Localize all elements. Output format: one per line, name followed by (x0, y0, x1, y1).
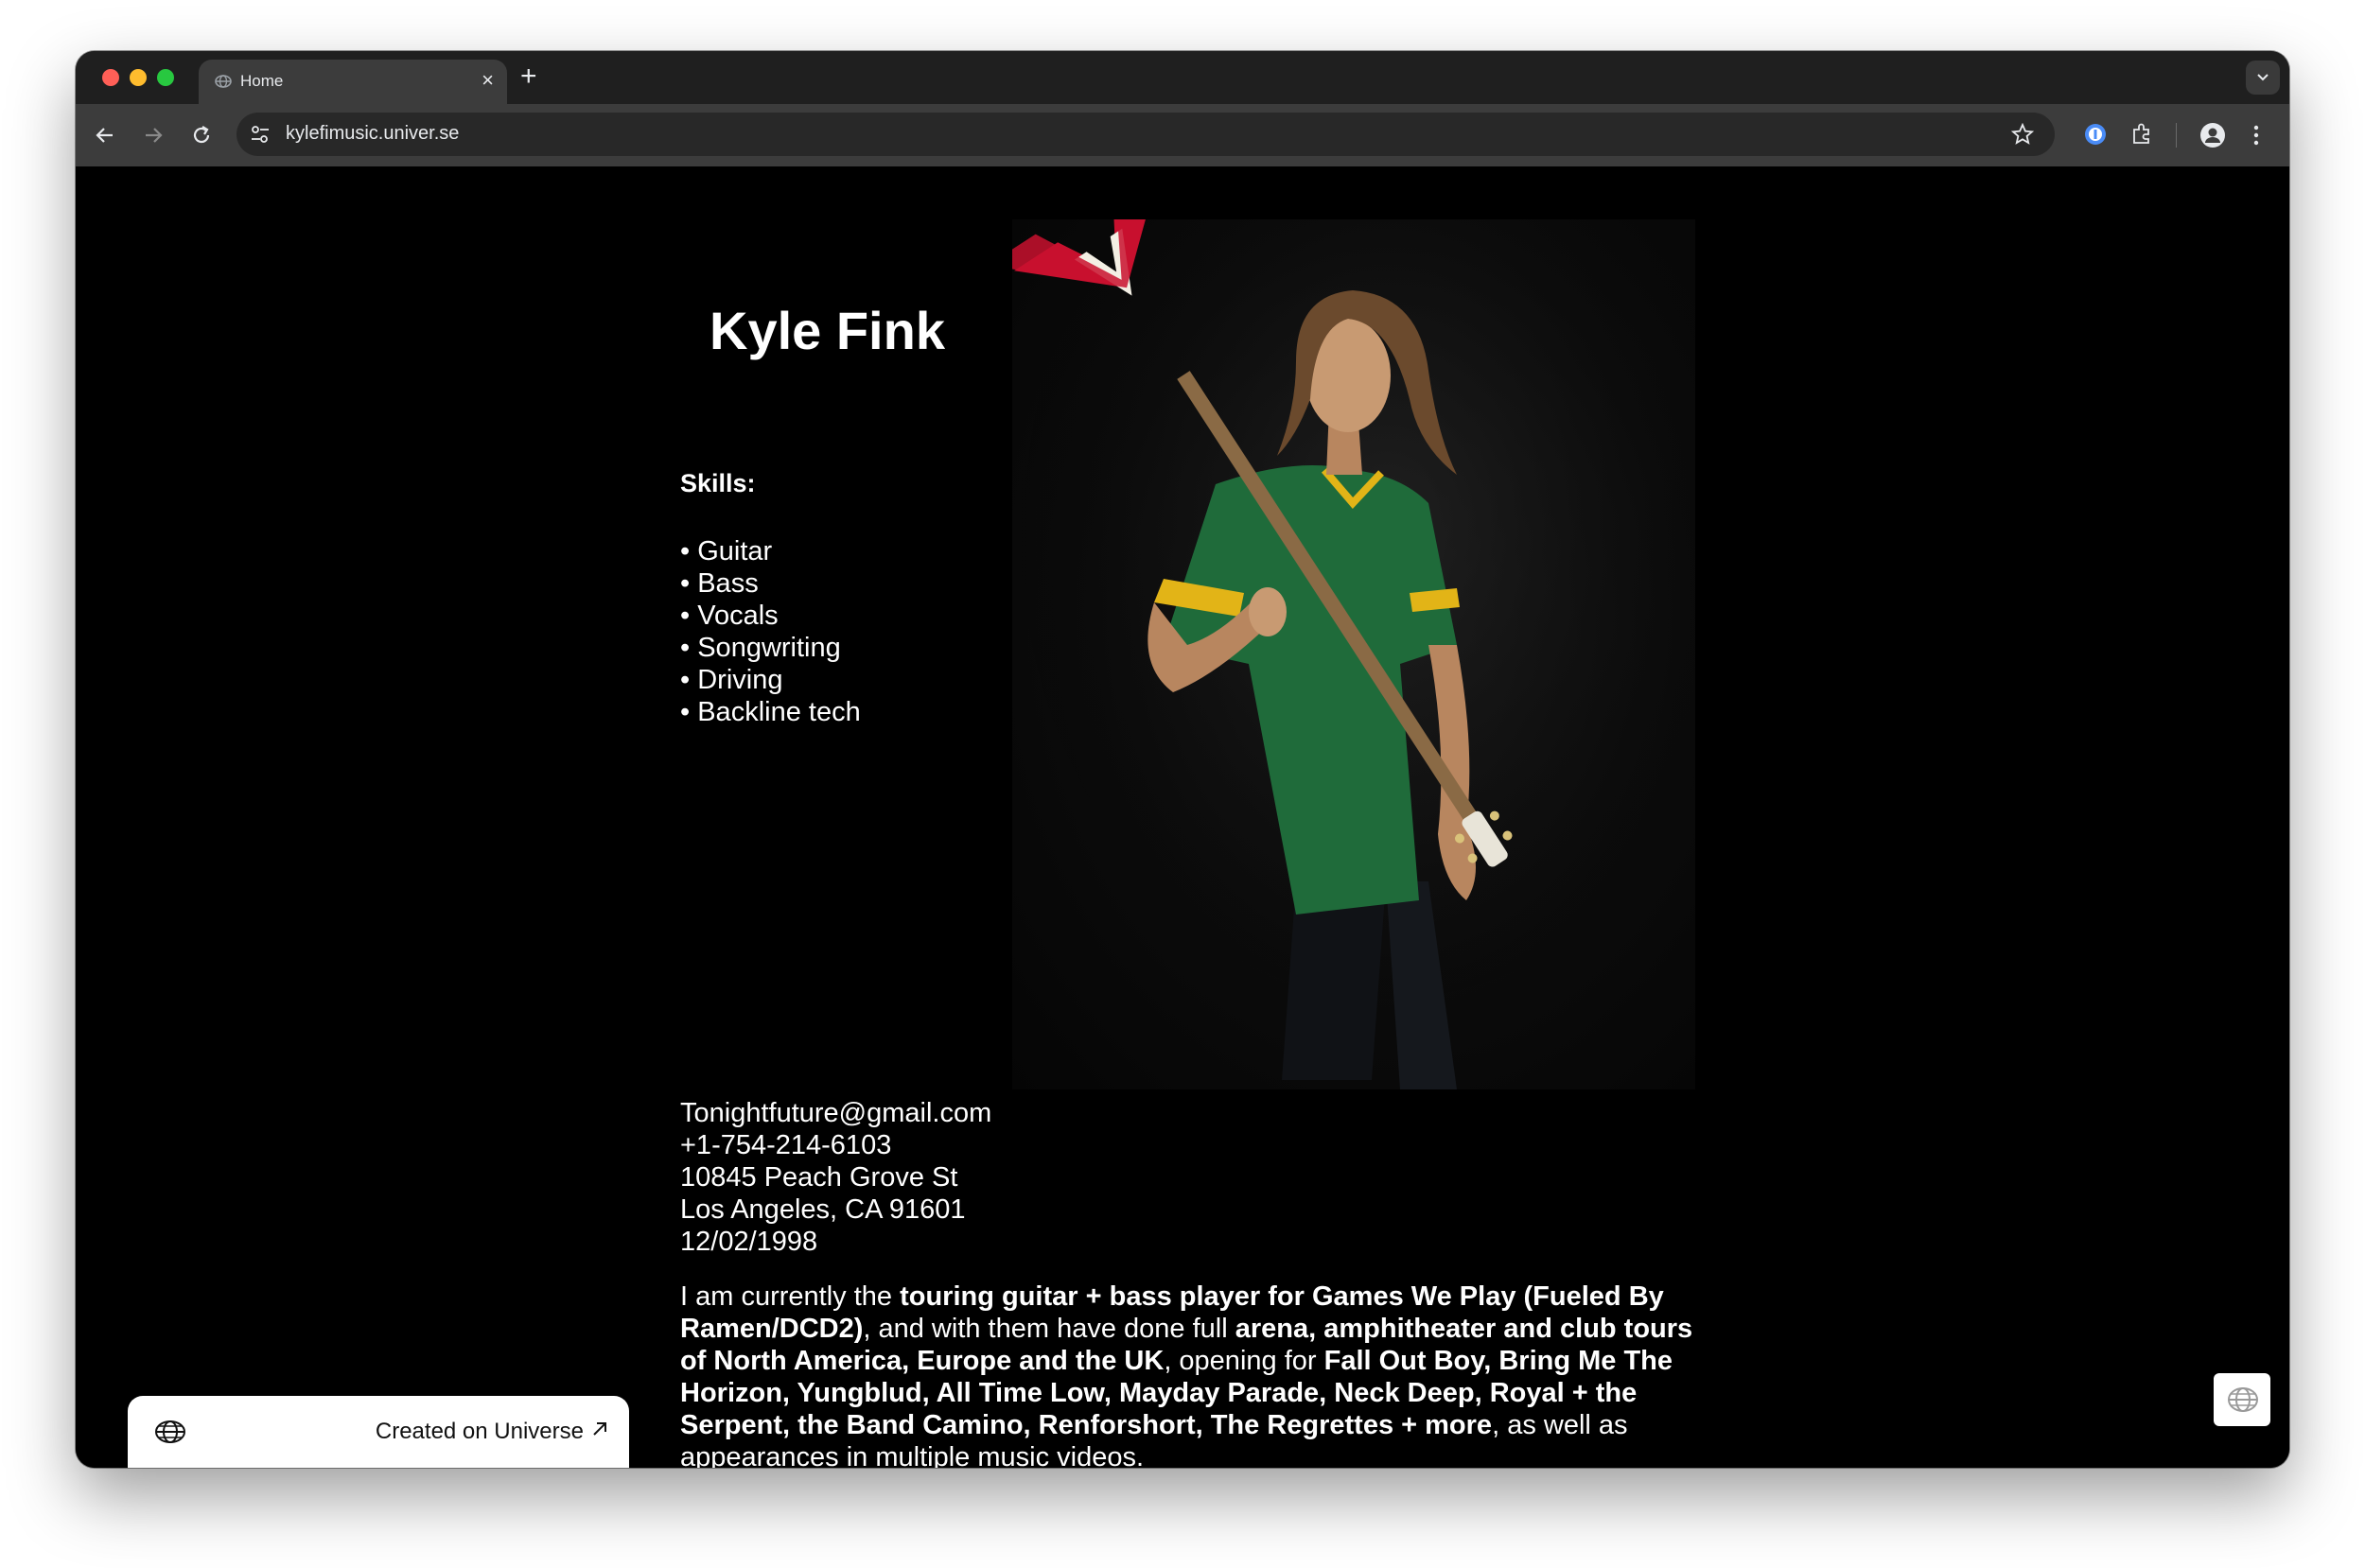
tab-title: Home (240, 72, 284, 90)
bookmark-star-icon[interactable] (2011, 123, 2034, 146)
forward-icon[interactable] (141, 123, 166, 148)
list-item: Driving (680, 664, 861, 696)
bio-text: I am currently the (680, 1281, 901, 1312)
tab-search-button[interactable] (2246, 61, 2280, 95)
globe-icon (155, 1420, 185, 1443)
hero-photo (1012, 219, 1695, 1089)
close-window-button[interactable] (102, 69, 119, 86)
minimize-window-button[interactable] (130, 69, 147, 86)
tab-home[interactable]: Home × (199, 60, 507, 104)
chevron-down-icon (2257, 74, 2269, 81)
tab-strip: Home × + (76, 51, 2289, 104)
skills-heading: Skills: (680, 469, 756, 497)
address-bar[interactable]: kylefimusic.univer.se (236, 113, 2055, 156)
new-tab-button[interactable]: + (520, 62, 537, 91)
universe-menu-button[interactable] (2214, 1373, 2270, 1426)
browser-toolbar: kylefimusic.univer.se (76, 104, 2289, 166)
email-link[interactable]: Tonightfuture@gmail.com (680, 1097, 991, 1129)
address-line-2: Los Angeles, CA 91601 (680, 1194, 966, 1225)
extensions-icon[interactable] (2129, 122, 2154, 147)
globe-icon (215, 75, 232, 88)
birth-date: 12/02/1998 (680, 1227, 818, 1257)
list-item: Vocals (680, 600, 861, 632)
list-item: Backline tech (680, 696, 861, 728)
musician-with-guitar-image (1012, 219, 1695, 1089)
reload-icon[interactable] (189, 123, 214, 148)
bio-text: , and with them have done full (863, 1314, 1235, 1344)
profile-avatar-icon[interactable] (2199, 122, 2226, 148)
browser-window: Home × + kylefimusic.univer.se Kyle Fink… (76, 51, 2289, 1468)
contact-info: Tonightfuture@gmail.com +1-754-214-6103 … (680, 1097, 991, 1258)
bio-text: , opening for (1164, 1346, 1324, 1376)
badge-label: Created on Universe (375, 1419, 584, 1444)
back-icon[interactable] (93, 123, 117, 148)
page-title: Kyle Fink (710, 301, 945, 360)
bio-paragraph: I am currently the touring guitar + bass… (680, 1281, 1707, 1468)
created-on-universe-badge[interactable]: Created on Universe (128, 1396, 629, 1468)
skills-list: Guitar Bass Vocals Songwriting Driving B… (680, 535, 861, 728)
tab-close-icon[interactable]: × (482, 69, 494, 92)
globe-icon (2228, 1387, 2258, 1412)
maximize-window-button[interactable] (157, 69, 174, 86)
toolbar-divider (2176, 123, 2177, 148)
page-content: Kyle Fink Skills: Guitar Bass Vocals Son… (76, 166, 2289, 1468)
url-text[interactable]: kylefimusic.univer.se (286, 123, 459, 145)
address-line-1: 10845 Peach Grove St (680, 1162, 958, 1193)
site-info-icon[interactable] (250, 125, 271, 144)
more-menu-icon[interactable] (2251, 122, 2261, 148)
list-item: Guitar (680, 535, 861, 567)
arrow-up-right-icon (593, 1422, 606, 1436)
password-manager-icon[interactable] (2083, 122, 2108, 147)
list-item: Bass (680, 567, 861, 600)
list-item: Songwriting (680, 632, 861, 664)
phone-number: +1-754-214-6103 (680, 1130, 892, 1160)
